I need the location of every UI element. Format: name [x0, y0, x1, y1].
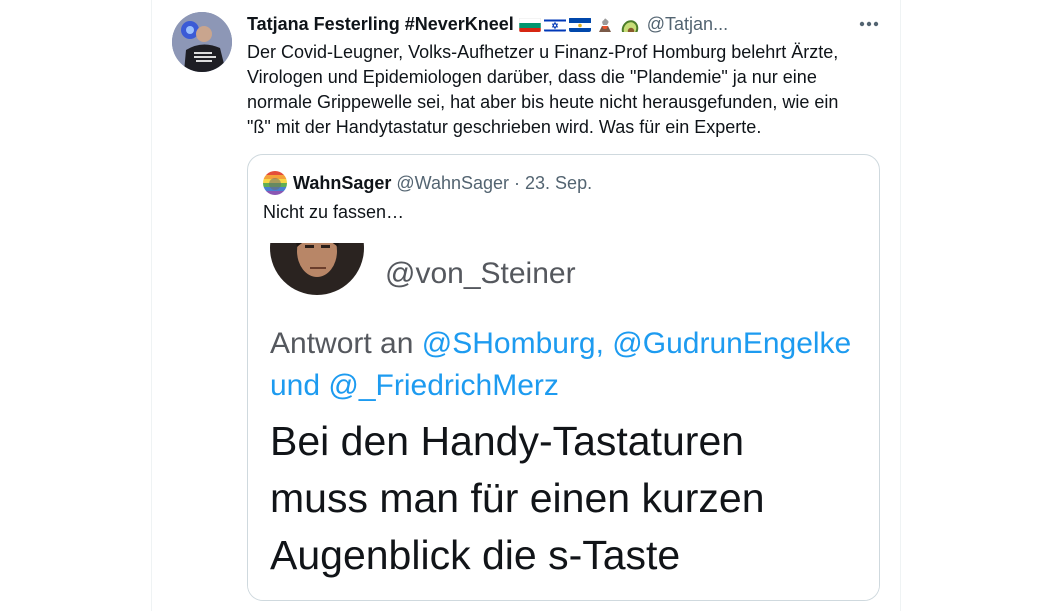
author-avatar-image: [172, 12, 232, 72]
quoted-tweet-header: WahnSager @WahnSager · 23. Sep.: [263, 171, 592, 195]
israel-flag-icon: [543, 17, 566, 32]
author-name[interactable]: Tatjana Festerling #NeverKneel: [247, 14, 514, 35]
embedded-body-line-2: muss man für einen kurzen: [270, 475, 765, 521]
avocado-icon: [619, 17, 641, 32]
bulgaria-flag-icon: [518, 17, 541, 32]
embedded-handle: @von_Steiner: [385, 257, 576, 290]
embedded-reply-line: Antwort an @SHomburg, @GudrunEngelke und…: [270, 323, 851, 407]
embedded-mention-gudrunengelke: @GudrunEngelke: [612, 327, 852, 360]
quoted-author-avatar[interactable]: [263, 171, 287, 195]
quoted-tweet-image[interactable]: @von_Steiner Antwort an @SHomburg, @Gudr…: [248, 243, 879, 600]
el-salvador-flag-icon: [568, 17, 591, 32]
embedded-body-line-1: Bei den Handy-Tastaturen: [270, 418, 745, 464]
tweet-text: Der Covid-Leugner, Volks-Aufhetzer u Fin…: [247, 42, 839, 137]
quoted-separator: ·: [514, 172, 521, 193]
tweet-header: Tatjana Festerling #NeverKneel @Tatjan..…: [247, 12, 728, 36]
embedded-body-text: Bei den Handy-Tastaturen muss man für ei…: [270, 413, 765, 584]
embedded-mention-friedrichmerz: @_FriedrichMerz: [328, 369, 559, 402]
embedded-reply-prefix: Antwort an: [270, 327, 414, 360]
author-handle[interactable]: @Tatjan...: [647, 14, 728, 35]
timeline-border-left: [151, 0, 152, 611]
quoted-tweet[interactable]: WahnSager @WahnSager · 23. Sep. Nicht zu…: [247, 154, 880, 601]
volcano-icon: [594, 17, 616, 32]
embedded-mention-shomburg: @SHomburg,: [421, 327, 604, 360]
embedded-reply-line-1: Antwort an @SHomburg, @GudrunEngelke: [270, 323, 851, 365]
embedded-avatar: [270, 243, 364, 299]
quoted-author-name[interactable]: WahnSager: [293, 173, 391, 194]
embedded-body-line-3: Augenblick die s-Taste: [270, 532, 681, 578]
embedded-reply-line-2: und @_FriedrichMerz: [270, 365, 851, 407]
quoted-tweet-text: Nicht zu fassen…: [263, 202, 405, 222]
author-avatar[interactable]: [172, 12, 232, 72]
more-options-icon[interactable]: [856, 14, 882, 34]
timeline-border-right: [900, 0, 901, 611]
quoted-author-handle[interactable]: @WahnSager: [396, 173, 509, 194]
embedded-reply-and: und: [270, 369, 321, 402]
author-name-emojis: [518, 17, 641, 32]
quoted-date[interactable]: 23. Sep.: [525, 173, 592, 194]
